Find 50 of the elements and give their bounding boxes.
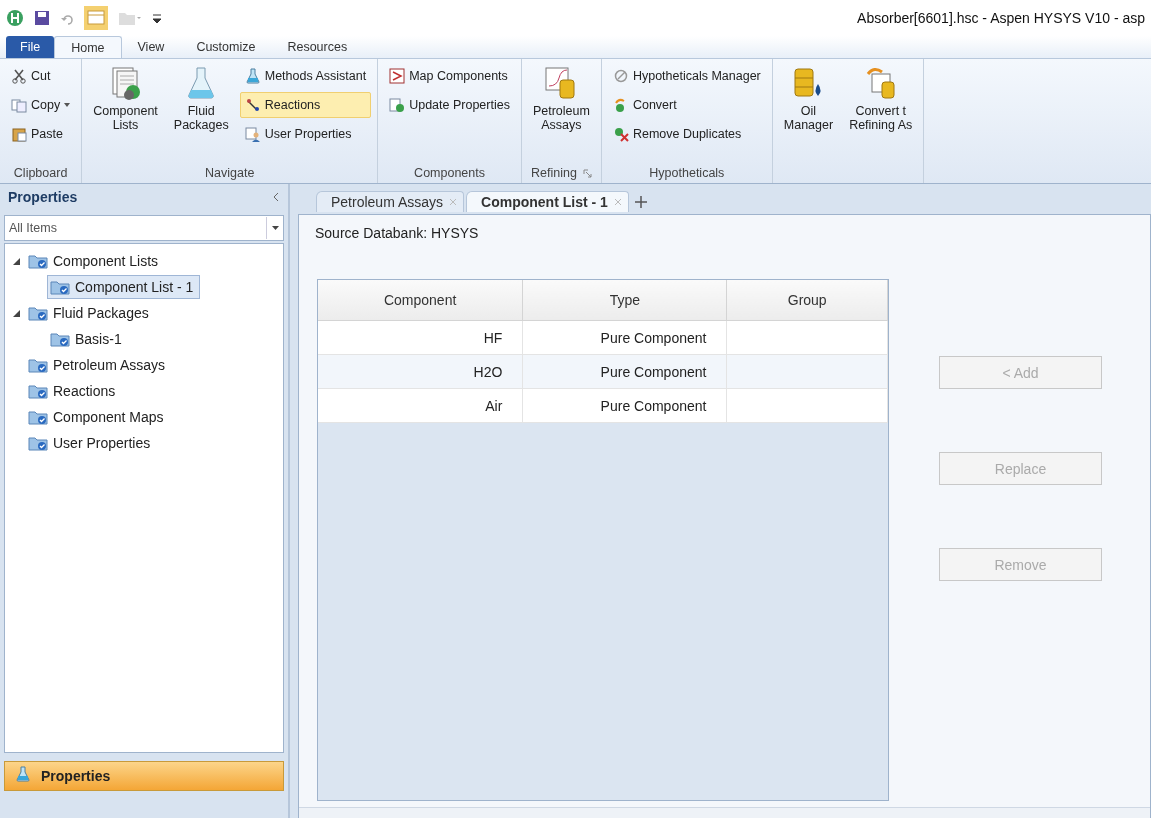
ribbon-button[interactable]: Fluid Packages <box>168 63 234 163</box>
filter-dropdown[interactable]: All Items <box>4 215 284 241</box>
ribbon-tab[interactable]: File <box>6 36 55 58</box>
document-tab[interactable]: Component List - 1 <box>466 191 629 212</box>
ribbon-button[interactable]: Hypotheticals Manager <box>607 63 766 89</box>
table-cell: Pure Component <box>522 354 727 389</box>
ribbon-button[interactable]: Convert t Refining As <box>844 63 918 163</box>
ribbon-button[interactable]: Component Lists <box>88 63 163 163</box>
navigation-button[interactable]: Properties <box>4 761 284 791</box>
ribbon-button[interactable]: Paste <box>6 121 76 147</box>
ribbon-button[interactable]: Methods Assistant <box>239 63 372 89</box>
ribbon-button[interactable]: Update Properties <box>384 92 515 118</box>
group-label: Components <box>414 166 485 180</box>
ribbon-button[interactable]: Remove Duplicates <box>607 121 766 147</box>
column-header[interactable]: Type <box>522 280 727 321</box>
tree-item[interactable]: Petroleum Assays <box>25 353 173 377</box>
group-label: Clipboard <box>13 166 68 180</box>
ribbon-tab[interactable]: View <box>121 36 181 58</box>
group-label: Refining <box>531 166 577 180</box>
table-cell: Pure Component <box>522 320 727 355</box>
ribbon-button[interactable]: Petroleum Assays <box>527 63 595 163</box>
tree-item[interactable]: Basis-1 <box>47 327 129 351</box>
ribbon-tab[interactable]: Resources <box>271 36 364 58</box>
tree-item[interactable]: Fluid Packages <box>25 301 156 325</box>
group-label: Navigate <box>205 166 255 180</box>
ribbon-button[interactable]: User Properties <box>239 121 372 147</box>
table-cell: Air <box>318 388 523 423</box>
ribbon-button[interactable]: Copy <box>6 92 76 118</box>
group-label: Hypotheticals <box>649 166 725 180</box>
column-header[interactable]: Component <box>318 280 523 321</box>
ribbon-tab[interactable]: Home <box>54 36 122 58</box>
tree-item[interactable]: User Properties <box>25 431 158 455</box>
ribbon-tab[interactable]: Customize <box>180 36 272 58</box>
tree-item[interactable]: Component Maps <box>25 405 171 429</box>
source-databank-label: Source Databank: HYSYS <box>315 225 479 241</box>
column-header[interactable]: Group <box>726 280 888 321</box>
table-cell: Pure Component <box>522 388 727 423</box>
window-title: Absorber[6601].hsc - Aspen HYSYS V10 - asp <box>857 10 1145 26</box>
ribbon-button[interactable]: Convert <box>607 92 766 118</box>
ribbon-button[interactable]: Oil Manager <box>778 63 839 163</box>
ribbon-button[interactable]: Cut <box>6 63 76 89</box>
ribbon-button[interactable]: Map Components <box>384 63 515 89</box>
table-cell: H2O <box>318 354 523 389</box>
tree-item[interactable]: Reactions <box>25 379 123 403</box>
panel-title: Properties <box>8 189 78 205</box>
tree-item[interactable]: Component Lists <box>25 249 166 273</box>
tree-item[interactable]: Component List - 1 <box>47 275 201 299</box>
table-cell: HF <box>318 320 523 355</box>
ribbon-button[interactable]: Reactions <box>239 92 372 118</box>
document-tab[interactable]: Petroleum Assays <box>316 191 465 212</box>
